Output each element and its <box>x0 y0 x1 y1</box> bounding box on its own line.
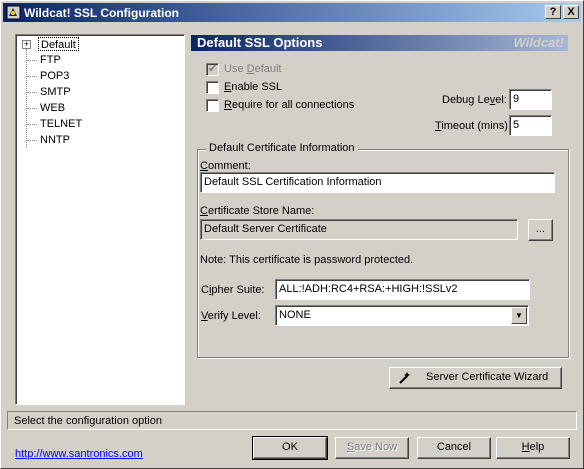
tree-item-smtp[interactable]: SMTP <box>38 85 73 99</box>
timeout-label: Timeout (mins) <box>435 120 508 132</box>
tree-connector <box>27 92 37 93</box>
tree-lines <box>26 49 27 147</box>
debug-level-label: Debug Level: <box>442 94 507 106</box>
comment-input[interactable]: Default SSL Certification Information <box>200 172 555 193</box>
website-link[interactable]: http://www.santronics.com <box>15 448 143 460</box>
timeout-input[interactable]: 5 <box>509 115 552 136</box>
debug-level-input[interactable]: 9 <box>509 89 552 110</box>
verify-level-value: NONE <box>279 309 311 321</box>
config-tree[interactable]: + Default FTP POP3 SMTP WEB TELNET NNTP <box>15 34 185 405</box>
section-title: Default SSL Options <box>197 35 323 50</box>
cert-store-label: Certificate Store Name: <box>200 205 315 217</box>
status-text: Select the configuration option <box>14 415 162 427</box>
check-icon: ✔ <box>208 63 218 75</box>
window-title: Wildcat! SSL Configuration <box>24 6 179 20</box>
tree-connector <box>27 140 37 141</box>
verify-level-label: Verify Level: <box>201 310 261 322</box>
require-all-label: Require for all connections <box>224 99 355 111</box>
ok-button[interactable]: OK <box>252 436 328 460</box>
dropdown-arrow-icon[interactable]: ▼ <box>511 307 527 324</box>
tree-item-default[interactable]: Default <box>38 37 79 51</box>
verify-level-select[interactable]: NONE ▼ <box>275 305 529 326</box>
expand-icon[interactable]: + <box>22 40 31 49</box>
checkbox-box[interactable] <box>206 81 219 94</box>
checkbox-box[interactable] <box>206 99 219 112</box>
server-cert-wizard-button[interactable]: Server Certificate Wizard <box>389 367 562 389</box>
tree-connector <box>27 60 37 61</box>
use-default-label: Use Default <box>224 63 282 75</box>
help-button[interactable]: Help <box>496 437 570 459</box>
dialog-window: Wildcat! SSL Configuration ? X + Default… <box>0 0 584 469</box>
browse-button[interactable]: ... <box>528 219 553 241</box>
section-header: Default SSL Options Wildcat! <box>191 35 568 51</box>
cipher-suite-label: Cipher Suite: <box>201 284 265 296</box>
tree-connector <box>27 108 37 109</box>
cert-store-input[interactable]: Default Server Certificate <box>200 219 518 240</box>
tree-item-ftp[interactable]: FTP <box>38 53 63 67</box>
comment-label: Comment: <box>200 160 251 172</box>
tree-connector <box>27 124 37 125</box>
tree-item-web[interactable]: WEB <box>38 101 67 115</box>
tree-item-nntp[interactable]: NNTP <box>38 133 72 147</box>
password-note: Note: This certificate is password prote… <box>200 254 414 266</box>
tree-item-telnet[interactable]: TELNET <box>38 117 84 131</box>
enable-ssl-label: Enable SSL <box>224 81 283 93</box>
cancel-button[interactable]: Cancel <box>417 437 491 459</box>
magic-wand-icon <box>399 372 410 384</box>
checkbox-box[interactable]: ✔ <box>206 63 219 76</box>
app-icon <box>6 5 21 20</box>
save-now-button[interactable]: Save Now <box>335 437 409 459</box>
brand-label: Wildcat! <box>513 35 564 50</box>
tree-connector <box>27 76 37 77</box>
cipher-suite-input[interactable]: ALL:!ADH:RC4+RSA:+HIGH:!SSLv2 <box>275 279 530 300</box>
title-bar[interactable]: Wildcat! SSL Configuration ? X <box>3 3 581 22</box>
tree-item-pop3[interactable]: POP3 <box>38 69 71 83</box>
wizard-label: Server Certificate Wizard <box>426 371 549 383</box>
help-title-button[interactable]: ? <box>545 5 561 19</box>
close-title-button[interactable]: X <box>563 5 579 19</box>
group-legend: Default Certificate Information <box>206 142 358 154</box>
status-bar: Select the configuration option <box>7 411 577 430</box>
